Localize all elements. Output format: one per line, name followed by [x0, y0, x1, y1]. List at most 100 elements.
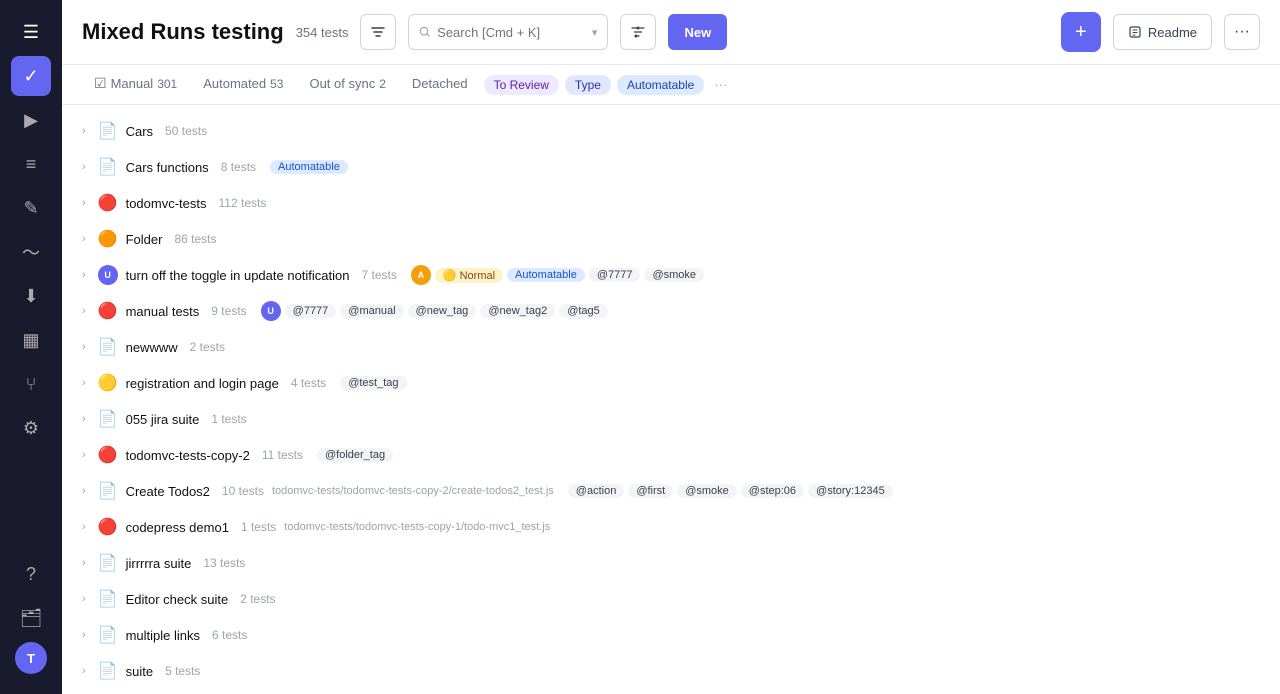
more-button[interactable]: ··· [1224, 14, 1260, 50]
sidebar-lines-icon[interactable]: ≡ [11, 144, 51, 184]
tag-smoke: @smoke [644, 268, 704, 282]
item-name: Folder [126, 232, 163, 247]
item-count: 1 tests [211, 412, 246, 426]
tab-manual-count: 301 [157, 77, 177, 91]
list-item[interactable]: › 🟡 registration and login page 4 tests … [62, 365, 1280, 401]
sidebar-download-icon[interactable]: ⬇ [11, 276, 51, 316]
list-item[interactable]: › 📄 multiple links 6 tests [62, 617, 1280, 653]
filter-automatable[interactable]: Automatable [617, 75, 704, 95]
chevron-right-icon: › [82, 449, 86, 461]
search-box[interactable]: ▾ [408, 14, 608, 50]
item-tags: @action @first @smoke @step:06 @story:12… [568, 484, 893, 498]
item-count: 86 tests [174, 232, 216, 246]
item-tags: @test_tag [340, 376, 406, 390]
list-item[interactable]: › 📄 jirrrrra suite 13 tests [62, 545, 1280, 581]
test-list: › 📄 Cars 50 tests › 📄 Cars functions 8 t… [62, 105, 1280, 694]
header: Mixed Runs testing 354 tests ▾ New + [62, 0, 1280, 65]
item-name: turn off the toggle in update notificati… [126, 268, 350, 283]
book-icon [1128, 25, 1142, 39]
tab-automated[interactable]: Automated 53 [191, 66, 295, 103]
item-icon: 📄 [98, 337, 118, 357]
list-item[interactable]: › 📄 Cars 50 tests [62, 113, 1280, 149]
item-name: Cars functions [126, 160, 209, 175]
list-item[interactable]: › 🔴 manual tests 9 tests U @7777 @manual… [62, 293, 1280, 329]
item-name: Cars [126, 124, 153, 139]
item-tags: A 🟡 Normal Automatable @7777 @smoke [411, 265, 704, 285]
new-button[interactable]: New [668, 14, 727, 50]
sidebar-check-icon[interactable]: ✓ [11, 56, 51, 96]
item-icon: 📄 [98, 589, 118, 609]
page-title: Mixed Runs testing [82, 19, 284, 45]
list-item[interactable]: › 📄 newwww 2 tests [62, 329, 1280, 365]
tab-detached[interactable]: Detached [400, 66, 480, 103]
avatar-icon: U [98, 265, 118, 285]
chevron-right-icon: › [82, 629, 86, 641]
item-name: todomvc-tests [126, 196, 207, 211]
chevron-right-icon: › [82, 341, 86, 353]
tabs-more-button[interactable]: ··· [708, 67, 733, 102]
item-count: 4 tests [291, 376, 326, 390]
sidebar-git-icon[interactable]: ⑂ [11, 364, 51, 404]
list-item[interactable]: › 📄 suite 5 tests [62, 653, 1280, 689]
tag-automatable: Automatable [270, 160, 348, 174]
item-icon: 🔴 [98, 517, 118, 537]
list-item[interactable]: › 🔴 todomvc-tests 112 tests [62, 185, 1280, 221]
item-icon: 🔴 [98, 301, 118, 321]
main-content: Mixed Runs testing 354 tests ▾ New + [62, 0, 1280, 694]
list-item[interactable]: › U turn off the toggle in update notifi… [62, 257, 1280, 293]
tag-normal: 🟡 Normal [435, 268, 503, 283]
list-item[interactable]: › 📄 Cars functions 8 tests Automatable [62, 149, 1280, 185]
item-tags: Automatable [270, 160, 348, 174]
test-count: 354 tests [296, 25, 349, 40]
sidebar-settings-icon[interactable]: ⚙ [11, 408, 51, 448]
item-count: 7 tests [361, 268, 396, 282]
item-icon: 📄 [98, 661, 118, 681]
sidebar-edit-icon[interactable]: ✎ [11, 188, 51, 228]
tab-automated-label: Automated [203, 76, 266, 91]
tag: @step:06 [741, 484, 804, 498]
item-name: codepress demo1 [126, 520, 229, 535]
item-count: 112 tests [219, 196, 267, 210]
list-item[interactable]: › 📄 055 jira suite 1 tests [62, 401, 1280, 437]
filter-type[interactable]: Type [565, 75, 611, 95]
list-item[interactable]: › 📄 mmmm 8 tests [62, 689, 1280, 694]
list-item[interactable]: › 🔴 todomvc-tests-copy-2 11 tests @folde… [62, 437, 1280, 473]
tag: @tag5 [559, 304, 608, 318]
filter-to-review[interactable]: To Review [484, 75, 559, 95]
tune-button[interactable] [620, 14, 656, 50]
tab-out-of-sync[interactable]: Out of sync 2 [297, 66, 397, 103]
sidebar-activity-icon[interactable]: 〜 [11, 232, 51, 272]
item-name: 055 jira suite [126, 412, 200, 427]
sidebar-folder-icon[interactable]: 🗂 [11, 598, 51, 638]
item-count: 2 tests [190, 340, 225, 354]
tag: @action [568, 484, 625, 498]
list-item[interactable]: › 🔴 codepress demo1 1 tests todomvc-test… [62, 509, 1280, 545]
avatar[interactable]: T [15, 642, 47, 674]
readme-button[interactable]: Readme [1113, 14, 1212, 50]
sidebar-help-icon[interactable]: ? [11, 554, 51, 594]
chevron-right-icon: › [82, 665, 86, 677]
tab-manual[interactable]: ☑ Manual 301 [82, 65, 189, 104]
list-item[interactable]: › 📄 Create Todos2 10 tests todomvc-tests… [62, 473, 1280, 509]
item-name: jirrrrra suite [126, 556, 192, 571]
list-item[interactable]: › 🟠 Folder 86 tests [62, 221, 1280, 257]
item-count: 11 tests [262, 448, 303, 462]
add-button[interactable]: + [1061, 12, 1101, 52]
tab-detached-label: Detached [412, 76, 468, 91]
item-count: 9 tests [211, 304, 246, 318]
list-item[interactable]: › 📄 Editor check suite 2 tests [62, 581, 1280, 617]
sidebar-play-icon[interactable]: ▶ [11, 100, 51, 140]
filter-button[interactable] [360, 14, 396, 50]
sidebar-bar-icon[interactable]: ▦ [11, 320, 51, 360]
item-name: Create Todos2 [126, 484, 210, 499]
chevron-right-icon: › [82, 413, 86, 425]
sidebar-menu-icon[interactable]: ☰ [11, 12, 51, 52]
item-icon: 🟡 [98, 373, 118, 393]
search-input[interactable] [437, 25, 586, 40]
tab-automated-count: 53 [270, 77, 283, 91]
item-count: 5 tests [165, 664, 200, 678]
tag: @7777 [285, 304, 337, 318]
tab-out-of-sync-count: 2 [379, 77, 386, 91]
chevron-right-icon: › [82, 233, 86, 245]
chevron-right-icon: › [82, 269, 86, 281]
